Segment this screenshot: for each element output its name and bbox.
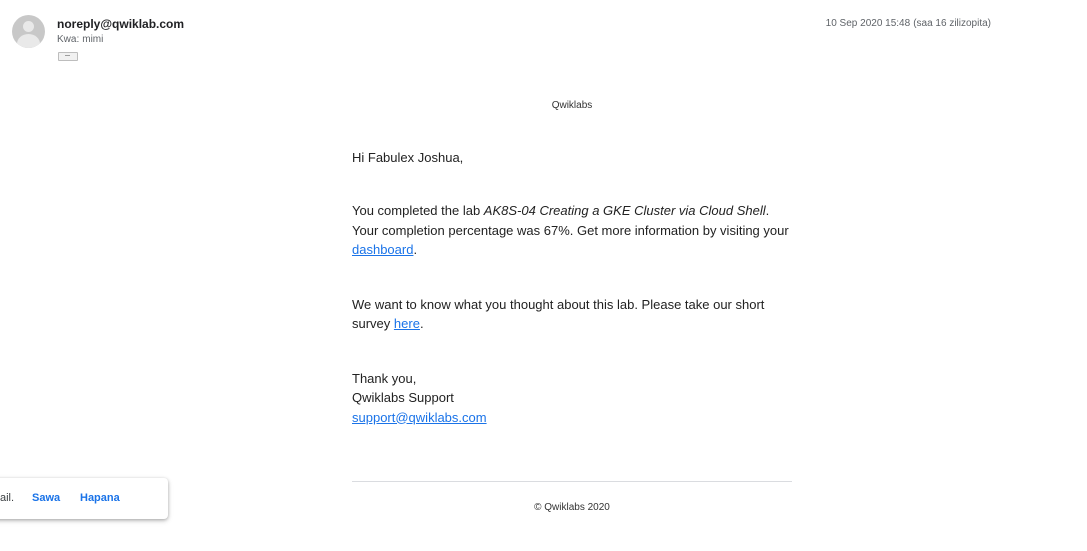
recipient-value: mimi — [82, 34, 104, 45]
footer-divider — [352, 481, 792, 482]
recipient-label: Kwa: — [57, 34, 80, 45]
avatar-head-shape — [23, 21, 34, 32]
footer-copyright: © Qwiklabs 2020 — [534, 502, 610, 513]
message-date: 10 Sep 2020 15:48 (saa 16 zilizopita) — [826, 18, 991, 29]
date-text: 10 Sep 2020 15:48 — [825, 18, 911, 29]
show-details-icon[interactable] — [58, 52, 78, 61]
snackbar-message: ail. — [0, 492, 15, 504]
brand-name: Qwiklabs — [551, 100, 593, 111]
snackbar-ok-button[interactable]: Sawa — [32, 492, 60, 504]
p1-text-start: You completed the lab — [352, 203, 484, 218]
relative-time: (saa 16 zilizopita) — [913, 18, 991, 29]
notification-snackbar: ail. Sawa Hapana — [0, 478, 168, 519]
greeting: Hi Fabulex Joshua, — [352, 149, 464, 165]
p2-text-end: . — [419, 316, 424, 331]
survey-link[interactable]: here — [394, 316, 420, 331]
lab-name: AK8S-04 Creating a GKE Cluster via Cloud… — [483, 203, 766, 218]
avatar-body-shape — [17, 34, 40, 48]
recipient-line: Kwa: mimi — [57, 34, 103, 45]
completion-paragraph: You completed the lab AK8S-04 Creating a… — [352, 201, 792, 260]
support-team: Qwiklabs Support — [352, 390, 454, 405]
email-body: Qwiklabs Hi Fabulex Joshua, You complete… — [352, 96, 792, 427]
support-email-link[interactable]: support@qwiklabs.com — [352, 410, 487, 425]
signoff: Thank you, — [352, 370, 417, 386]
sender-address[interactable]: noreply@qwiklab.com — [57, 17, 184, 31]
survey-paragraph: We want to know what you thought about t… — [352, 295, 792, 334]
dashboard-link[interactable]: dashboard — [352, 242, 413, 257]
p1-text-end: . — [413, 242, 418, 257]
snackbar-no-button[interactable]: Hapana — [80, 492, 120, 504]
sender-avatar — [12, 15, 45, 48]
